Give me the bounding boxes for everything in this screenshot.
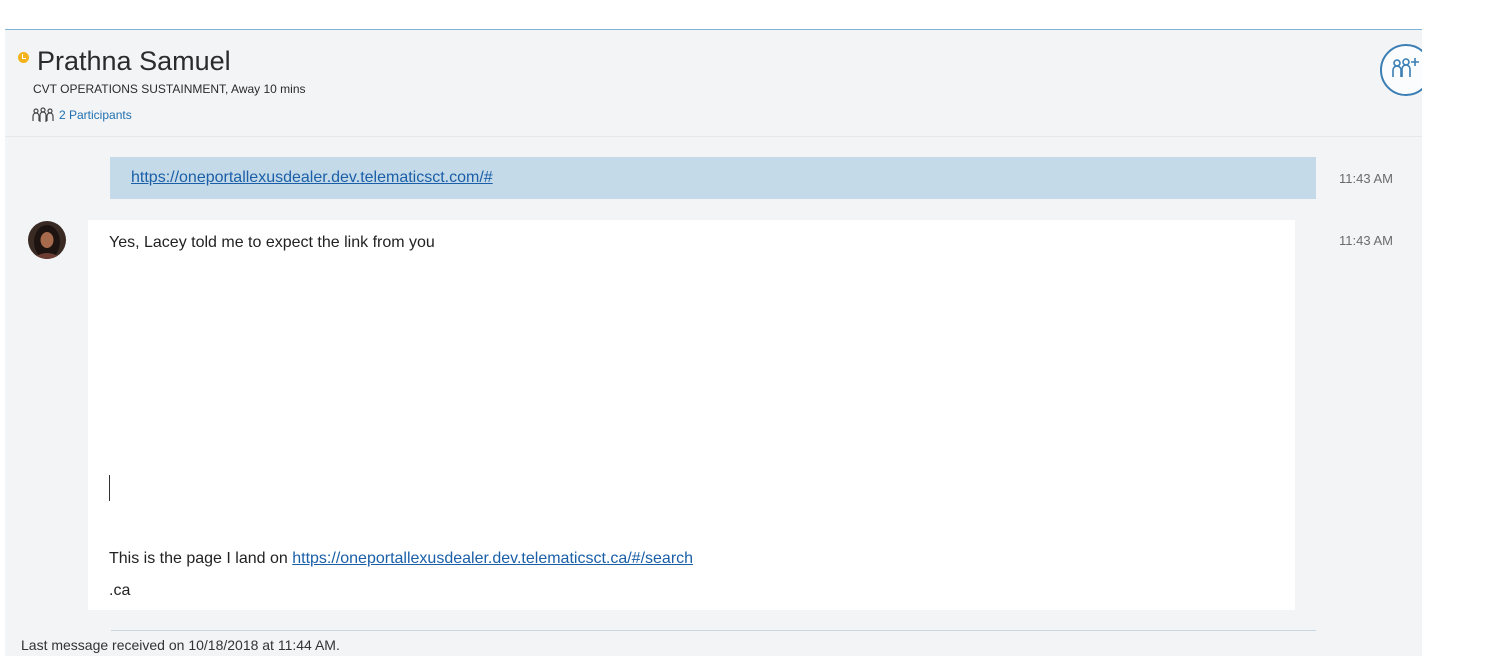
message-text: .ca	[109, 582, 131, 599]
chat-window: Prathna Samuel CVT OPERATIONS SUSTAINMEN…	[5, 29, 1422, 656]
add-people-button[interactable]	[1380, 44, 1422, 96]
divider	[111, 630, 1316, 631]
avatar[interactable]	[28, 221, 66, 259]
message-text: Yes, Lacey told me to expect the link fr…	[109, 234, 435, 251]
received-message-bubble: Yes, Lacey told me to expect the link fr…	[88, 220, 1295, 610]
sent-message-link[interactable]: https://oneportallexusdealer.dev.telemat…	[131, 169, 493, 187]
contact-name[interactable]: Prathna Samuel	[37, 44, 231, 78]
message-link[interactable]: https://oneportallexusdealer.dev.telemat…	[292, 550, 693, 567]
add-people-icon	[1392, 58, 1419, 77]
message-text-prefix: This is the page I land on	[109, 550, 293, 567]
participants-link[interactable]: 2 Participants	[32, 107, 132, 123]
sent-message-bubble: https://oneportallexusdealer.dev.telemat…	[110, 157, 1316, 199]
away-clock-icon	[18, 52, 29, 63]
sent-message-time: 11:43 AM	[1339, 171, 1393, 186]
conversation-header: Prathna Samuel CVT OPERATIONS SUSTAINMEN…	[5, 30, 1422, 137]
text-cursor	[109, 475, 110, 501]
last-message-note: Last message received on 10/18/2018 at 1…	[21, 637, 340, 653]
participants-label: 2 Participants	[59, 108, 132, 122]
contact-status: CVT OPERATIONS SUSTAINMENT, Away 10 mins	[33, 82, 306, 96]
people-icon	[32, 107, 54, 122]
received-message-time: 11:43 AM	[1339, 233, 1393, 248]
message-text: This is the page I land on https://onepo…	[109, 550, 693, 568]
